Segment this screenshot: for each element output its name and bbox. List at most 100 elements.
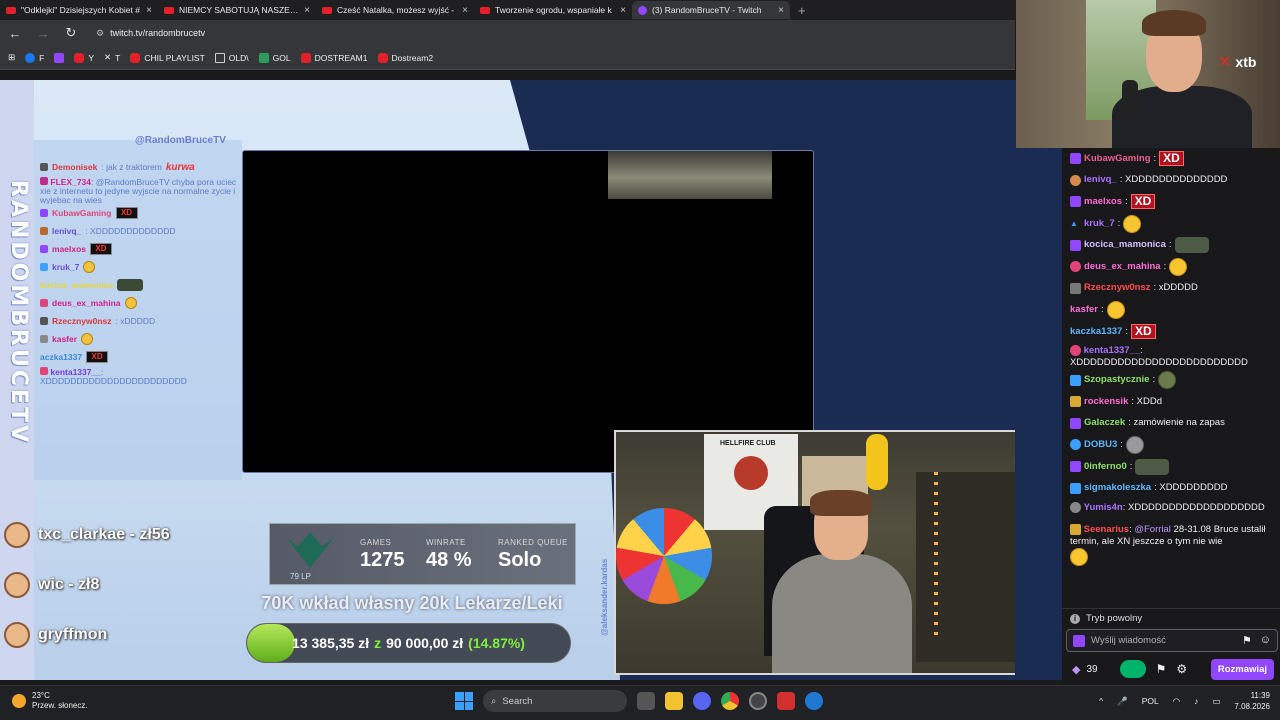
overlay-chat-line: kenta1337__: XDDDDDDDDDDDDDDDDDDDDDDD [40,366,240,394]
bookmark-t[interactable]: ✕ T [104,52,120,63]
bookmark-f[interactable]: F [25,52,44,63]
xd-emote: XD [115,207,138,219]
avatar [4,522,30,548]
chat-username[interactable]: kaczka1337 [1070,326,1122,338]
speaker-icon[interactable]: ♪ [1194,696,1198,706]
bookmark-twitch[interactable] [54,52,65,63]
chat-user: kasfer [52,334,78,344]
chat-username[interactable]: rockensik [1084,396,1128,408]
chat-message: kaczka1337: XD [1070,321,1280,343]
bookmark-dostream2[interactable]: Dostream2 [377,52,433,63]
chat-username[interactable]: lenivq_ [1084,174,1117,186]
badge-icon [40,335,48,343]
chat-username[interactable]: Galaczek [1084,417,1125,429]
chat-username[interactable]: DOBU3 [1084,439,1117,451]
bookmark-gol[interactable]: GOL [258,52,291,63]
chat-user: maelxos [52,244,87,254]
chat-user: aczka1337 [40,352,83,362]
system-tray: ^ 🎤 POL ◠ ♪ ▭ 11:39 7.08.2026 [1099,690,1270,712]
browser-tab-3[interactable]: Cześć Natalka, możesz wyjść - × [316,1,474,19]
taskbar-search[interactable]: ⌕ Search [483,690,627,712]
chat-username[interactable]: 0inferno0 [1084,461,1127,473]
browser-tab-1[interactable]: "Odklejki" Dzisiejszych Kobiet # × [0,1,158,19]
chat-username[interactable]: kenta1337__ [1084,345,1141,356]
stream-video[interactable]: RANDOMBRUCETV @RandomBruceTV Demonisek: … [0,80,1060,680]
tab-title: NIEMCY SABOTUJĄ NASZE ZŁO [179,5,300,15]
castle-thumbnail [608,151,772,199]
overlay-vertical-handle: @aleksander.kardas [600,558,609,636]
chat-text: : [1120,438,1123,450]
apps-icon[interactable]: ⊞ [8,52,15,63]
chat-username[interactable]: Seenarius [1084,524,1129,535]
chat-username[interactable]: KubawGaming [1084,153,1151,165]
youtube-icon [130,52,141,63]
emote-kurwa: kurwa [165,161,195,173]
bits-icon[interactable]: ⚑ [1242,634,1252,647]
bookmark-dostream1[interactable]: DOSTREAM1 [300,52,368,63]
badge-picker-icon[interactable] [1073,634,1085,647]
badge-icon [1070,374,1081,386]
chrome-icon[interactable] [721,692,739,710]
obs-icon[interactable] [749,692,767,710]
discord-icon[interactable] [693,692,711,710]
chat-username[interactable]: kruk_7 [1084,218,1115,230]
chat-input[interactable]: Wyślij wiadomość ⚑ ☺ [1066,629,1278,652]
channel-points-value: 39 [1086,663,1098,675]
chat-username[interactable]: Szopastycznie [1084,374,1149,386]
overlay-chat-line: KubawGaming XD [40,204,240,222]
language-indicator[interactable]: POL [1142,696,1159,706]
facecam [1016,0,1280,148]
chat-username[interactable]: sigmakoleszka [1084,482,1151,494]
back-icon[interactable]: ← [8,26,22,41]
clock[interactable]: 11:39 7.08.2026 [1234,690,1270,712]
battery-icon[interactable]: ▭ [1212,696,1220,707]
address-bar-row: ← → ↻ ⚙ twitch.tv/randombrucetv [0,20,1015,46]
chat-username[interactable]: Yumis4n [1084,502,1123,513]
twitch-chat[interactable]: KubawGaming: XD lenivq_: XDDDDDDDDDDDDDD … [1062,148,1280,610]
chat-username[interactable]: kasfer [1070,304,1098,316]
chevron-up-icon[interactable]: ^ [1099,696,1103,706]
chat-user: kocica_mamonica [40,280,114,290]
emote-picker-icon[interactable]: ☺ [1260,634,1271,647]
chat-send-button[interactable]: Rozmawiaj [1210,658,1274,680]
chat-username[interactable]: deus_ex_mahina [1084,261,1161,273]
gear-icon[interactable]: ⚙ [1176,662,1187,676]
new-tab-button[interactable]: + [798,3,806,18]
close-tab-icon[interactable]: × [146,5,152,16]
windows-start-icon[interactable] [455,692,473,710]
chat-username[interactable]: kocica_mamonica [1084,239,1166,251]
browser-tab-5-active[interactable]: (3) RandomBruceTV - Twitch × [632,1,790,19]
wifi-icon[interactable]: ◠ [1173,696,1180,707]
close-tab-icon[interactable]: × [620,5,626,16]
browser-tab-4[interactable]: Tworzenie ogrodu, wspaniałe k × [474,1,632,19]
bookmark-y[interactable]: Y [74,52,94,63]
close-tab-icon[interactable]: × [304,5,310,16]
tab-title: "Odklejki" Dzisiejszych Kobiet # [21,5,140,15]
badge-icon [1070,523,1081,535]
reload-icon[interactable]: ↻ [64,25,78,41]
app-icon[interactable] [777,692,795,710]
chat-username[interactable]: maelxos [1084,196,1122,208]
forward-icon[interactable]: → [36,26,50,41]
tab-title: (3) RandomBruceTV - Twitch [652,5,762,15]
overlay-chat-line: Rzecznyw0nsz: xDDDDD [40,312,240,330]
chat-mention[interactable]: @Forrial [1134,524,1171,535]
close-tab-icon[interactable]: × [778,5,784,16]
chat-username[interactable]: Rzecznyw0nsz [1084,282,1151,294]
app-icon[interactable] [805,692,823,710]
file-explorer-icon[interactable] [665,692,683,710]
site-settings-icon[interactable]: ⚙ [96,28,104,39]
mic-icon[interactable]: 🎤 [1117,696,1128,707]
bookmark-old[interactable]: OLD\ [214,52,249,63]
task-view-icon[interactable] [637,692,655,710]
bookmark-chil-playlist[interactable]: CHIL PLAYLIST [130,52,205,63]
url-field[interactable]: ⚙ twitch.tv/randombrucetv [96,28,205,39]
weather-widget[interactable]: 23°C Przew. słonecz. [12,691,88,711]
close-tab-icon[interactable]: × [462,5,468,16]
stat-label: RANKED QUEUE [498,538,569,547]
browser-tab-2[interactable]: NIEMCY SABOTUJĄ NASZE ZŁO × [158,1,316,19]
slow-mode-notice: i Tryb powolny [1062,608,1280,628]
bits-icon[interactable]: ⚑ [1156,662,1167,676]
channel-points[interactable]: ◆ 39 [1072,663,1098,676]
gift-icon[interactable] [1119,660,1146,678]
